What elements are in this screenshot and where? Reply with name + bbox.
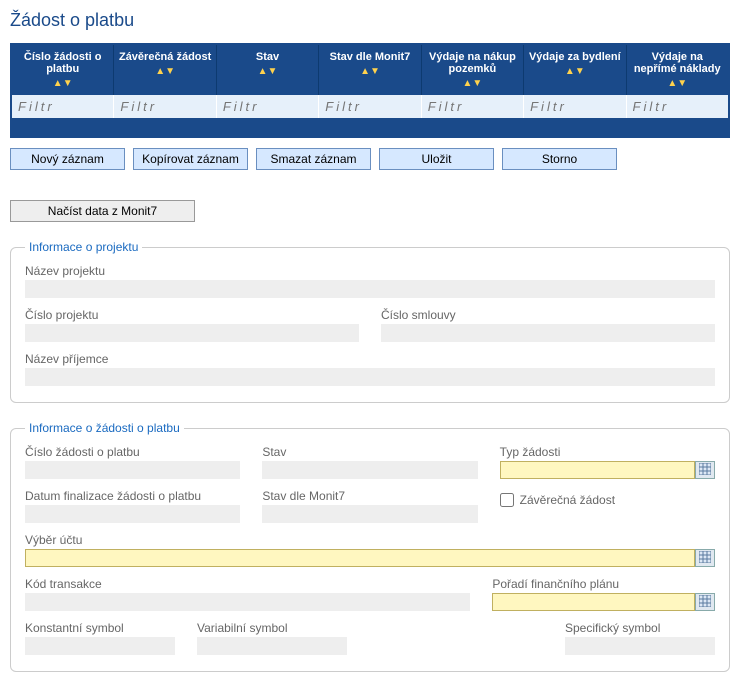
transaction-code-field[interactable] bbox=[25, 593, 470, 611]
request-info-fieldset: Informace o žádosti o platbu Číslo žádos… bbox=[10, 421, 730, 672]
project-info-legend: Informace o projektu bbox=[25, 240, 142, 254]
finplan-order-field[interactable] bbox=[492, 593, 695, 611]
var-symbol-field[interactable] bbox=[197, 637, 347, 655]
recipient-name-field[interactable] bbox=[25, 368, 715, 386]
sort-icons[interactable]: ▲▼ bbox=[426, 77, 519, 89]
finalize-date-label: Datum finalizace žádosti o platbu bbox=[25, 489, 240, 503]
col-header-indirect-exp[interactable]: Výdaje na nepřímé náklady ▲▼ bbox=[627, 45, 728, 95]
sort-icons[interactable]: ▲▼ bbox=[528, 65, 621, 77]
filter-input[interactable] bbox=[627, 95, 728, 118]
sort-icons[interactable]: ▲▼ bbox=[631, 77, 724, 89]
request-number-field[interactable] bbox=[25, 461, 240, 479]
status-field[interactable] bbox=[262, 461, 477, 479]
action-button-row: Nový záznam Kopírovat záznam Smazat zázn… bbox=[10, 148, 730, 170]
col-header-status[interactable]: Stav ▲▼ bbox=[217, 45, 319, 95]
spec-symbol-field[interactable] bbox=[565, 637, 715, 655]
col-header-land-exp[interactable]: Výdaje na nákup pozemků ▲▼ bbox=[422, 45, 524, 95]
project-name-label: Název projektu bbox=[25, 264, 715, 278]
account-select-field[interactable] bbox=[25, 549, 695, 567]
recipient-name-label: Název příjemce bbox=[25, 352, 715, 366]
sort-icons[interactable]: ▲▼ bbox=[118, 65, 211, 77]
page-title: Žádost o platbu bbox=[10, 10, 730, 31]
const-symbol-label: Konstantní symbol bbox=[25, 621, 175, 635]
filter-input[interactable] bbox=[12, 95, 113, 118]
status-monit-field[interactable] bbox=[262, 505, 477, 523]
status-monit-label: Stav dle Monit7 bbox=[262, 489, 477, 503]
grid-icon bbox=[699, 463, 711, 478]
finplan-order-label: Pořadí finančního plánu bbox=[492, 577, 715, 591]
delete-record-button[interactable]: Smazat záznam bbox=[256, 148, 371, 170]
transaction-code-label: Kód transakce bbox=[25, 577, 470, 591]
const-symbol-field[interactable] bbox=[25, 637, 175, 655]
filter-input[interactable] bbox=[422, 95, 523, 118]
sort-icons[interactable]: ▲▼ bbox=[323, 65, 416, 77]
project-name-field[interactable] bbox=[25, 280, 715, 298]
load-monit-button[interactable]: Načíst data z Monit7 bbox=[10, 200, 195, 222]
cancel-button[interactable]: Storno bbox=[502, 148, 617, 170]
request-type-picker-button[interactable] bbox=[695, 461, 715, 479]
grid-icon bbox=[699, 595, 711, 610]
var-symbol-label: Variabilní symbol bbox=[197, 621, 347, 635]
col-header-housing-exp[interactable]: Výdaje za bydlení ▲▼ bbox=[524, 45, 626, 95]
project-info-fieldset: Informace o projektu Název projektu Čísl… bbox=[10, 240, 730, 403]
contract-number-label: Číslo smlouvy bbox=[381, 308, 715, 322]
sort-icons[interactable]: ▲▼ bbox=[221, 65, 314, 77]
grid-icon bbox=[699, 551, 711, 566]
status-label: Stav bbox=[262, 445, 477, 459]
grid-empty-body bbox=[12, 118, 728, 136]
account-select-label: Výběr účtu bbox=[25, 533, 715, 547]
project-number-field[interactable] bbox=[25, 324, 359, 342]
col-header-status-monit[interactable]: Stav dle Monit7 ▲▼ bbox=[319, 45, 421, 95]
data-grid: Číslo žádosti o platbu ▲▼ Závěrečná žádo… bbox=[10, 43, 730, 138]
final-request-checkbox[interactable] bbox=[500, 493, 514, 507]
grid-header: Číslo žádosti o platbu ▲▼ Závěrečná žádo… bbox=[12, 45, 728, 95]
grid-filter-row bbox=[12, 95, 728, 118]
new-record-button[interactable]: Nový záznam bbox=[10, 148, 125, 170]
request-type-label: Typ žádosti bbox=[500, 445, 715, 459]
col-header-request-number[interactable]: Číslo žádosti o platbu ▲▼ bbox=[12, 45, 114, 95]
request-type-field[interactable] bbox=[500, 461, 695, 479]
filter-input[interactable] bbox=[114, 95, 215, 118]
finalize-date-field[interactable] bbox=[25, 505, 240, 523]
project-number-label: Číslo projektu bbox=[25, 308, 359, 322]
save-button[interactable]: Uložit bbox=[379, 148, 494, 170]
request-number-label: Číslo žádosti o platbu bbox=[25, 445, 240, 459]
final-request-label: Závěrečná žádost bbox=[520, 493, 615, 507]
finplan-order-picker-button[interactable] bbox=[695, 593, 715, 611]
filter-input[interactable] bbox=[524, 95, 625, 118]
copy-record-button[interactable]: Kopírovat záznam bbox=[133, 148, 248, 170]
spec-symbol-label: Specifický symbol bbox=[565, 621, 715, 635]
request-info-legend: Informace o žádosti o platbu bbox=[25, 421, 184, 435]
contract-number-field[interactable] bbox=[381, 324, 715, 342]
filter-input[interactable] bbox=[217, 95, 318, 118]
sort-icons[interactable]: ▲▼ bbox=[16, 77, 109, 89]
account-select-picker-button[interactable] bbox=[695, 549, 715, 567]
col-header-final-request[interactable]: Závěrečná žádost ▲▼ bbox=[114, 45, 216, 95]
filter-input[interactable] bbox=[319, 95, 420, 118]
